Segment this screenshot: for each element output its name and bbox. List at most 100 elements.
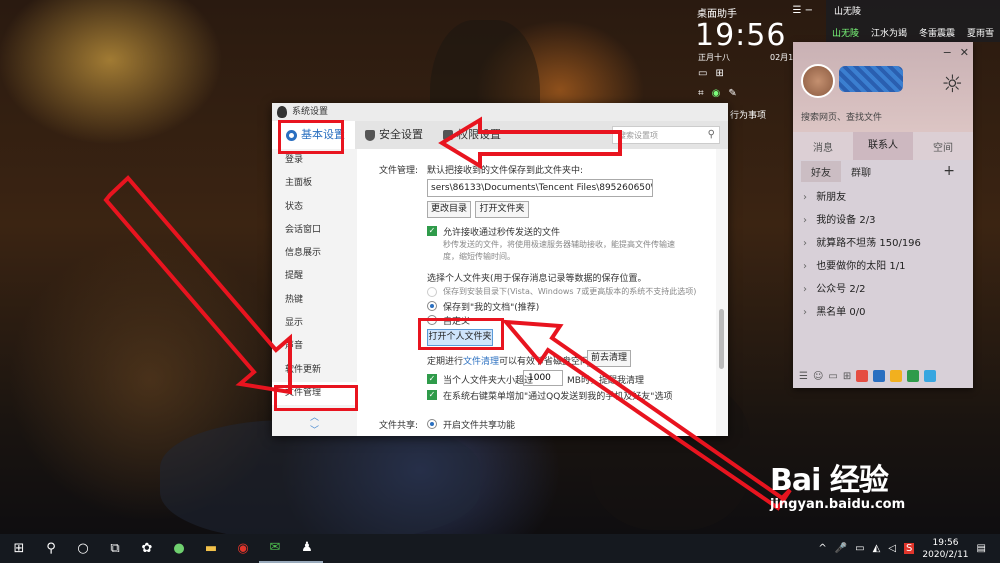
chevron-right-icon: › xyxy=(803,215,807,226)
pinwheel-app-icon[interactable]: ✿ xyxy=(131,534,163,563)
qq-minimize-icon[interactable]: − xyxy=(943,46,952,59)
scrollbar-thumb[interactable] xyxy=(719,309,724,369)
bar-tab-3[interactable]: 夏雨雪 xyxy=(961,26,1000,39)
green-app-icon[interactable]: ● xyxy=(163,534,195,563)
chevron-right-icon: › xyxy=(803,261,807,272)
bar-tab-1[interactable]: 江水为竭 xyxy=(865,26,913,39)
sidebar-item-display[interactable]: 显示 xyxy=(272,312,357,335)
list-item[interactable]: › 公众号 2/2 xyxy=(793,278,973,301)
windows-start-icon[interactable]: ⊞ xyxy=(3,534,35,563)
sidebar-item-hotkeys[interactable]: 热键 xyxy=(272,289,357,312)
group-name: 就算路不坦荡 150/196 xyxy=(816,238,921,249)
size-threshold-input[interactable]: 1000 xyxy=(523,370,563,386)
settings-search-input[interactable]: 搜索设置项 ⚲ xyxy=(612,126,720,144)
battery-icon[interactable]: ▭ xyxy=(855,543,864,554)
avatar[interactable] xyxy=(801,64,835,98)
tab-space[interactable]: 空间 xyxy=(913,139,973,154)
task-view-icon[interactable]: ⧉ xyxy=(99,534,131,563)
widget-todo[interactable]: 行为事项 xyxy=(730,108,766,121)
note-icon[interactable]: ✎ xyxy=(728,88,736,99)
file-cleanup-link[interactable]: 文件清理 xyxy=(463,357,499,367)
size-reminder-checkbox[interactable]: ✓ xyxy=(427,374,437,384)
wechat-icon[interactable]: ✉ xyxy=(259,534,291,563)
crop-icon[interactable]: ⌗ xyxy=(698,88,704,99)
cleanup-post: 可以有效节省磁盘空间。 xyxy=(499,357,599,367)
search-icon[interactable]: ⚲ xyxy=(35,534,67,563)
notification-icon[interactable]: ▤ xyxy=(977,543,986,554)
sidebar-item-sound[interactable]: 声音 xyxy=(272,335,357,358)
file-mgmt-label: 文件管理: xyxy=(379,166,419,176)
cleanup-text: 定期进行文件清理可以有效节省磁盘空间。 xyxy=(427,354,598,367)
cortana-icon[interactable]: ○ xyxy=(67,534,99,563)
sidebar-item-reminder[interactable]: 提醒 xyxy=(272,265,357,288)
open-folder-button[interactable]: 打开文件夹 xyxy=(475,201,529,218)
main-menu-icon[interactable]: ☰ xyxy=(799,371,808,382)
search-placeholder: 搜索设置项 xyxy=(618,131,658,140)
app-icon[interactable] xyxy=(890,370,903,382)
sidebar-item-info-display[interactable]: 信息展示 xyxy=(272,242,357,265)
tray-clock[interactable]: 19:56 2020/2/11 xyxy=(922,537,968,561)
cleanup-button[interactable]: 前去清理 xyxy=(587,350,631,367)
app-manager-icon[interactable]: ⊞ xyxy=(843,371,851,382)
menu-icon[interactable]: ☰ − xyxy=(792,5,813,20)
radio-enable-share[interactable] xyxy=(427,419,437,429)
context-menu-checkbox[interactable]: ✓ xyxy=(427,390,437,400)
settings-scrollbar[interactable] xyxy=(716,149,728,436)
netease-music-icon[interactable]: ◉ xyxy=(227,534,259,563)
bar-tab-0[interactable]: 山无陵 xyxy=(826,26,865,39)
tab-security-settings[interactable]: 安全设置 xyxy=(355,121,433,149)
window-icon[interactable]: ▭ xyxy=(698,68,707,79)
subtab-groups[interactable]: 群聊 xyxy=(841,161,881,182)
input-method-icon[interactable]: S xyxy=(904,543,915,554)
flash-desc-1: 秒传发送的文件，将使用极速服务器辅助接收，能提高文件传输速 xyxy=(443,240,675,249)
add-icon[interactable]: + xyxy=(933,160,965,182)
file-explorer-icon[interactable]: ▬ xyxy=(195,534,227,563)
chevron-right-icon: › xyxy=(803,307,807,318)
show-hidden-icon[interactable]: ^ xyxy=(818,543,826,554)
sidebar-item-update[interactable]: 软件更新 xyxy=(272,359,357,382)
taskbar: ⊞ ⚲ ○ ⧉ ✿ ● ▬ ◉ ✉ ♟ ^ 🎤 ▭ ◭ ◁ S 19:56 20… xyxy=(0,534,1000,563)
list-item[interactable]: › 黑名单 0/0 xyxy=(793,301,973,324)
sidebar-item-main-panel[interactable]: 主面板 xyxy=(272,172,357,195)
volume-icon[interactable]: ◁ xyxy=(888,543,896,554)
network-icon[interactable]: ◭ xyxy=(873,543,881,554)
microphone-icon[interactable]: 🎤 xyxy=(835,543,847,554)
context-menu-label: 在系统右键菜单增加"通过QQ发送到我的手机及好友"选项 xyxy=(443,392,673,402)
tray-date: 2020/2/11 xyxy=(922,549,969,560)
save-path-field[interactable]: sers\86133\Documents\Tencent Files\89526… xyxy=(427,179,653,197)
list-item[interactable]: › 也要做你的太阳 1/1 xyxy=(793,255,973,278)
qq-tabs: 消息 联系人 空间 xyxy=(793,132,973,160)
eye-icon[interactable]: ◉ xyxy=(712,88,721,99)
change-dir-button[interactable]: 更改目录 xyxy=(427,201,471,218)
highlight-basic-settings xyxy=(278,120,344,154)
group-name: 公众号 2/2 xyxy=(816,284,866,295)
list-item[interactable]: › 我的设备 2/3 xyxy=(793,209,973,232)
chevron-down-icon[interactable]: ︿ ﹀ xyxy=(272,410,357,436)
app-icon[interactable] xyxy=(907,370,920,382)
sidebar-item-chat-window[interactable]: 会话窗口 xyxy=(272,219,357,242)
option-install-dir: 保存到安装目录下(Vista、Windows 7或更高版本的系统不支持此选项) xyxy=(443,287,697,296)
tab-permission-settings[interactable]: 权限设置 xyxy=(433,121,511,149)
list-item[interactable]: › 就算路不坦荡 150/196 xyxy=(793,232,973,255)
search-icon[interactable]: ⚲ xyxy=(708,129,715,140)
sidebar-item-status[interactable]: 状态 xyxy=(272,196,357,219)
weather-sun-icon[interactable]: ☼ xyxy=(941,70,963,98)
app-icon[interactable] xyxy=(873,370,886,382)
chevron-right-icon: › xyxy=(803,284,807,295)
subtab-friends[interactable]: 好友 xyxy=(801,160,841,182)
qq-close-icon[interactable]: ✕ xyxy=(960,46,969,59)
tab-contacts[interactable]: 联系人 xyxy=(853,132,913,160)
qq-icon[interactable]: ♟ xyxy=(291,534,323,563)
tab-messages[interactable]: 消息 xyxy=(793,139,853,154)
app-icon[interactable] xyxy=(856,370,869,382)
list-item[interactable]: › 新朋友 xyxy=(793,186,973,209)
radio-my-docs[interactable] xyxy=(427,301,437,311)
app-icon[interactable] xyxy=(924,370,937,382)
bookmark-icon[interactable]: ⊞ xyxy=(715,68,723,79)
qq-search-hint[interactable]: 搜索网页、查找文件 xyxy=(793,104,973,132)
contacts-icon[interactable]: ☺ xyxy=(813,371,823,382)
group-name: 黑名单 0/0 xyxy=(816,307,866,318)
folder-icon[interactable]: ▭ xyxy=(828,371,837,382)
allow-flash-checkbox[interactable]: ✓ xyxy=(427,226,437,236)
bar-tab-2[interactable]: 冬雷震震 xyxy=(913,26,961,39)
